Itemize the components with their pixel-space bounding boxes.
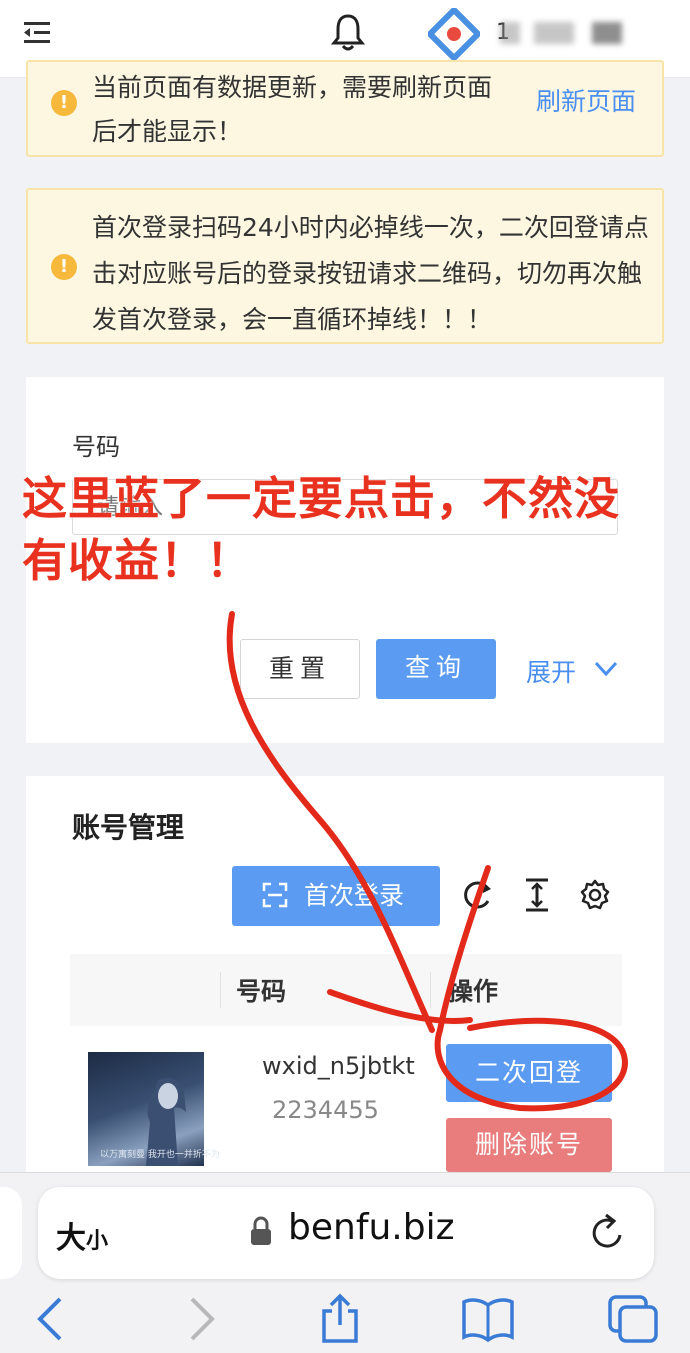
url-text[interactable]: benfu.biz bbox=[288, 1207, 455, 1248]
tabs-icon[interactable] bbox=[606, 1293, 660, 1345]
browser-toolbar: 大小 benfu.biz bbox=[0, 1172, 690, 1353]
address-bar[interactable]: 大小 benfu.biz bbox=[38, 1187, 654, 1279]
text-size-button[interactable]: 大小 bbox=[56, 1213, 108, 1257]
previous-tab-peek[interactable] bbox=[0, 1187, 22, 1279]
red-arrow-scribble bbox=[226, 611, 628, 1112]
lock-icon bbox=[251, 1216, 271, 1245]
forward-icon[interactable] bbox=[176, 1293, 224, 1345]
reload-icon[interactable] bbox=[588, 1211, 628, 1253]
share-icon[interactable] bbox=[316, 1293, 364, 1345]
bookmarks-icon[interactable] bbox=[460, 1293, 516, 1345]
back-icon[interactable] bbox=[28, 1293, 76, 1345]
